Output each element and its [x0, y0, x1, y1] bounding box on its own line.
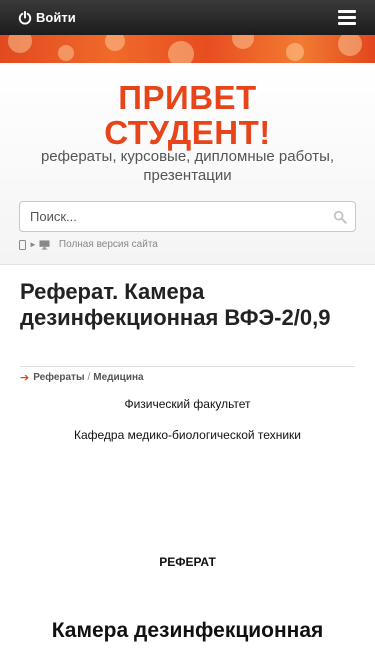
hamburger-menu-icon[interactable] [338, 10, 356, 25]
top-bar: Войти [0, 0, 375, 35]
faculty-text: Физический факультет [124, 397, 251, 411]
breadcrumb-link-medicine[interactable]: Медицина [93, 372, 143, 383]
search-input[interactable] [30, 209, 333, 224]
login-button[interactable]: Войти [18, 10, 76, 25]
arrow-right-icon: ► [29, 240, 37, 249]
power-icon [18, 10, 32, 24]
monitor-icon [39, 239, 50, 250]
header-banner [0, 35, 375, 63]
phone-icon [19, 239, 26, 250]
search-icon[interactable] [333, 210, 347, 224]
arrow-right-icon: ➔ [20, 372, 30, 384]
full-version-link[interactable]: ► Полная версия сайта [19, 239, 158, 250]
site-title-line2: СТУДЕНТ! [104, 114, 271, 151]
site-title-line1: ПРИВЕТ [118, 79, 257, 116]
divider [20, 366, 355, 367]
site-subtitle: рефераты, курсовые, дипломные работы, пр… [40, 148, 335, 184]
search-box [19, 201, 356, 232]
page-title: Реферат. Камера дезинфекционная ВФЭ-2/0,… [20, 279, 331, 330]
login-label: Войти [36, 10, 76, 25]
breadcrumb-link-referaty[interactable]: Рефераты [33, 372, 84, 383]
chair-text: Кафедра медико-биологической техники [73, 428, 301, 442]
breadcrumb: ➔ Рефераты / Медицина [20, 371, 144, 384]
referat-label: РЕФЕРАТ [159, 555, 216, 569]
breadcrumb-separator: / [87, 372, 91, 383]
full-version-label: Полная версия сайта [58, 239, 158, 250]
site-logo[interactable]: ПРИВЕТ СТУДЕНТ! [0, 80, 375, 150]
site-header: ПРИВЕТ СТУДЕНТ! рефераты, курсовые, дипл… [0, 63, 375, 265]
document-title: Камера дезинфекционная [51, 619, 324, 642]
